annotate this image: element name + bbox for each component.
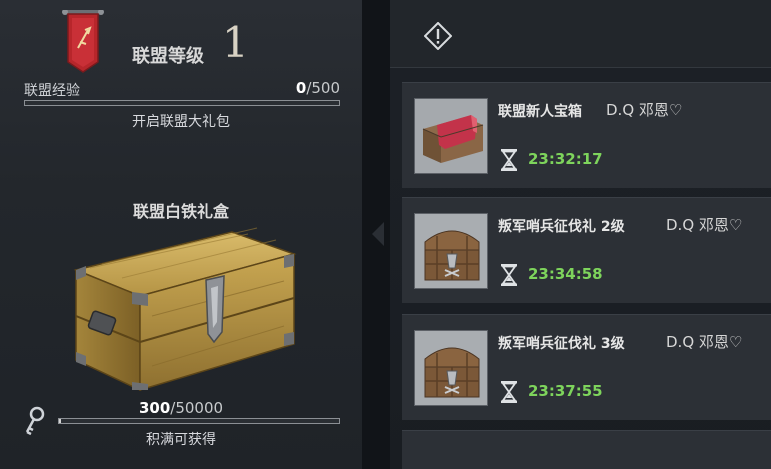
- gift-thumbnail: [414, 213, 488, 289]
- gift-card-partial[interactable]: [402, 430, 771, 469]
- alliance-exp-value: 0/500: [296, 79, 340, 97]
- gift-card[interactable]: 叛军哨兵征伐礼 2级 D.Q 邓恩♡ 23:34:58: [402, 197, 771, 303]
- gift-owner: D.Q 邓恩♡: [606, 101, 683, 119]
- gift-title: 叛军哨兵征伐礼 3级: [498, 336, 625, 352]
- gift-title: 联盟新人宝箱: [498, 104, 582, 120]
- key-progress-fill: [59, 419, 61, 423]
- gift-thumbnail: [414, 330, 488, 406]
- iron-gift-chest-icon[interactable]: [62, 226, 300, 396]
- gift-thumbnail: [414, 98, 488, 174]
- alliance-banner-icon: [62, 10, 104, 73]
- key-note: 积满可获得: [146, 432, 216, 448]
- alliance-gift-panel: 联盟等级 1 联盟经验 0/500 开启联盟大礼包 联盟白铁礼盒 300/500…: [0, 0, 362, 469]
- key-progress-value: 300/50000: [0, 399, 362, 417]
- gift-list-panel: 联盟新人宝箱 D.Q 邓恩♡ 23:32:17 叛军哨兵征伐礼 2级 D.Q 邓…: [390, 0, 771, 469]
- alliance-level-number: 1: [222, 18, 249, 67]
- gift-title: 叛军哨兵征伐礼 2级: [498, 219, 625, 235]
- wooden-chest-icon: [415, 214, 487, 288]
- hourglass-icon: [501, 264, 517, 286]
- alliance-exp-label: 联盟经验: [24, 83, 80, 99]
- exp-current: 0: [295, 79, 307, 97]
- info-alert-icon[interactable]: [424, 22, 452, 50]
- gift-timer: 23:37:55: [528, 382, 603, 400]
- unlock-big-pack-text: 开启联盟大礼包: [132, 114, 230, 130]
- wooden-chest-icon: [415, 331, 487, 405]
- hourglass-icon: [501, 381, 517, 403]
- gift-timer: 23:34:58: [528, 265, 603, 283]
- panel-pointer: [372, 222, 384, 246]
- gift-owner: D.Q 邓恩♡: [666, 333, 743, 351]
- gift-box-title: 联盟白铁礼盒: [132, 202, 229, 221]
- gift-owner: D.Q 邓恩♡: [666, 216, 743, 234]
- alliance-exp-bar: [24, 100, 340, 106]
- hourglass-icon: [501, 149, 517, 171]
- key-progress-bar: [58, 418, 340, 424]
- gift-card[interactable]: 联盟新人宝箱 D.Q 邓恩♡ 23:32:17: [402, 82, 771, 188]
- alliance-level-label: 联盟等级: [132, 46, 204, 67]
- gift-list-header: [390, 0, 771, 68]
- red-cloth-chest-icon: [415, 99, 487, 173]
- gift-card[interactable]: 叛军哨兵征伐礼 3级 D.Q 邓恩♡ 23:37:55: [402, 314, 771, 420]
- key-current: 300: [138, 399, 171, 417]
- exp-max: /500: [306, 79, 340, 97]
- gift-timer: 23:32:17: [528, 150, 603, 168]
- key-max: /50000: [170, 399, 224, 417]
